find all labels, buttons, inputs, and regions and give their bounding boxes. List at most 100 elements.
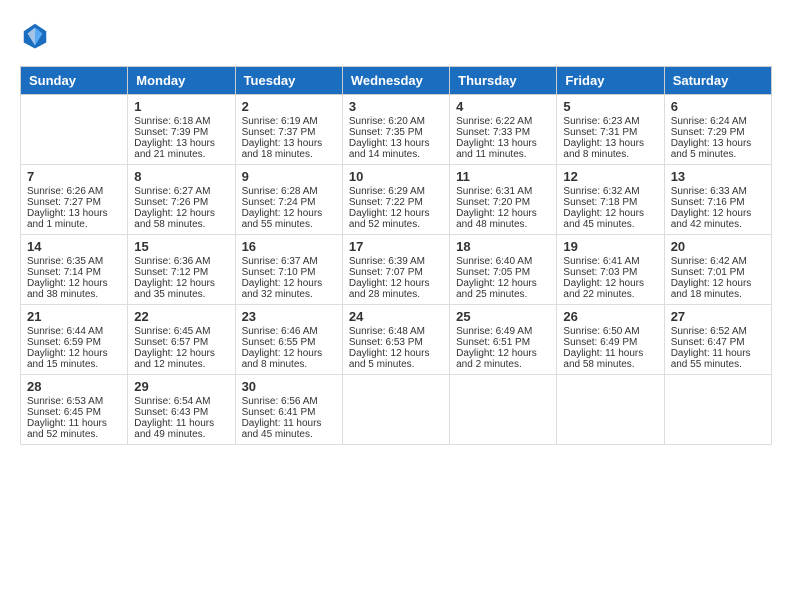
- calendar-cell: 26Sunrise: 6:50 AMSunset: 6:49 PMDayligh…: [557, 305, 664, 375]
- sunset-text: Sunset: 7:16 PM: [671, 197, 765, 208]
- daylight-text: Daylight: 11 hours and 58 minutes.: [563, 348, 657, 370]
- sunrise-text: Sunrise: 6:28 AM: [242, 186, 336, 197]
- day-number: 23: [242, 309, 336, 324]
- sunset-text: Sunset: 6:59 PM: [27, 337, 121, 348]
- day-number: 5: [563, 99, 657, 114]
- calendar-week-row: 7Sunrise: 6:26 AMSunset: 7:27 PMDaylight…: [21, 165, 772, 235]
- calendar-cell: 29Sunrise: 6:54 AMSunset: 6:43 PMDayligh…: [128, 375, 235, 445]
- calendar-cell: 23Sunrise: 6:46 AMSunset: 6:55 PMDayligh…: [235, 305, 342, 375]
- daylight-text: Daylight: 13 hours and 14 minutes.: [349, 138, 443, 160]
- daylight-text: Daylight: 12 hours and 42 minutes.: [671, 208, 765, 230]
- calendar-week-row: 14Sunrise: 6:35 AMSunset: 7:14 PMDayligh…: [21, 235, 772, 305]
- sunset-text: Sunset: 6:53 PM: [349, 337, 443, 348]
- calendar-header-row: SundayMondayTuesdayWednesdayThursdayFrid…: [21, 67, 772, 95]
- sunset-text: Sunset: 7:18 PM: [563, 197, 657, 208]
- day-number: 18: [456, 239, 550, 254]
- day-number: 20: [671, 239, 765, 254]
- calendar-cell: 22Sunrise: 6:45 AMSunset: 6:57 PMDayligh…: [128, 305, 235, 375]
- calendar-cell: 8Sunrise: 6:27 AMSunset: 7:26 PMDaylight…: [128, 165, 235, 235]
- daylight-text: Daylight: 12 hours and 55 minutes.: [242, 208, 336, 230]
- day-number: 29: [134, 379, 228, 394]
- daylight-text: Daylight: 12 hours and 28 minutes.: [349, 278, 443, 300]
- day-number: 14: [27, 239, 121, 254]
- daylight-text: Daylight: 12 hours and 25 minutes.: [456, 278, 550, 300]
- sunset-text: Sunset: 7:39 PM: [134, 127, 228, 138]
- daylight-text: Daylight: 13 hours and 21 minutes.: [134, 138, 228, 160]
- day-number: 12: [563, 169, 657, 184]
- calendar-cell: [557, 375, 664, 445]
- weekday-header-wednesday: Wednesday: [342, 67, 449, 95]
- daylight-text: Daylight: 11 hours and 55 minutes.: [671, 348, 765, 370]
- sunset-text: Sunset: 6:45 PM: [27, 407, 121, 418]
- sunrise-text: Sunrise: 6:44 AM: [27, 326, 121, 337]
- sunrise-text: Sunrise: 6:37 AM: [242, 256, 336, 267]
- weekday-header-saturday: Saturday: [664, 67, 771, 95]
- sunrise-text: Sunrise: 6:41 AM: [563, 256, 657, 267]
- sunrise-text: Sunrise: 6:35 AM: [27, 256, 121, 267]
- calendar-cell: 5Sunrise: 6:23 AMSunset: 7:31 PMDaylight…: [557, 95, 664, 165]
- weekday-header-thursday: Thursday: [450, 67, 557, 95]
- day-number: 22: [134, 309, 228, 324]
- daylight-text: Daylight: 13 hours and 11 minutes.: [456, 138, 550, 160]
- sunrise-text: Sunrise: 6:56 AM: [242, 396, 336, 407]
- sunset-text: Sunset: 7:24 PM: [242, 197, 336, 208]
- daylight-text: Daylight: 13 hours and 5 minutes.: [671, 138, 765, 160]
- sunset-text: Sunset: 6:47 PM: [671, 337, 765, 348]
- calendar-cell: 13Sunrise: 6:33 AMSunset: 7:16 PMDayligh…: [664, 165, 771, 235]
- sunset-text: Sunset: 7:22 PM: [349, 197, 443, 208]
- daylight-text: Daylight: 13 hours and 18 minutes.: [242, 138, 336, 160]
- page-header: [20, 20, 772, 50]
- daylight-text: Daylight: 12 hours and 32 minutes.: [242, 278, 336, 300]
- daylight-text: Daylight: 11 hours and 52 minutes.: [27, 418, 121, 440]
- sunset-text: Sunset: 7:35 PM: [349, 127, 443, 138]
- day-number: 19: [563, 239, 657, 254]
- logo-icon: [20, 20, 50, 50]
- day-number: 21: [27, 309, 121, 324]
- sunrise-text: Sunrise: 6:31 AM: [456, 186, 550, 197]
- sunrise-text: Sunrise: 6:40 AM: [456, 256, 550, 267]
- sunrise-text: Sunrise: 6:24 AM: [671, 116, 765, 127]
- day-number: 16: [242, 239, 336, 254]
- daylight-text: Daylight: 13 hours and 1 minute.: [27, 208, 121, 230]
- daylight-text: Daylight: 12 hours and 35 minutes.: [134, 278, 228, 300]
- calendar-cell: 20Sunrise: 6:42 AMSunset: 7:01 PMDayligh…: [664, 235, 771, 305]
- calendar-cell: 9Sunrise: 6:28 AMSunset: 7:24 PMDaylight…: [235, 165, 342, 235]
- daylight-text: Daylight: 12 hours and 22 minutes.: [563, 278, 657, 300]
- day-number: 24: [349, 309, 443, 324]
- calendar-week-row: 1Sunrise: 6:18 AMSunset: 7:39 PMDaylight…: [21, 95, 772, 165]
- day-number: 3: [349, 99, 443, 114]
- calendar-cell: 25Sunrise: 6:49 AMSunset: 6:51 PMDayligh…: [450, 305, 557, 375]
- daylight-text: Daylight: 12 hours and 12 minutes.: [134, 348, 228, 370]
- calendar-cell: 7Sunrise: 6:26 AMSunset: 7:27 PMDaylight…: [21, 165, 128, 235]
- sunrise-text: Sunrise: 6:53 AM: [27, 396, 121, 407]
- calendar-cell: [21, 95, 128, 165]
- sunrise-text: Sunrise: 6:20 AM: [349, 116, 443, 127]
- daylight-text: Daylight: 12 hours and 18 minutes.: [671, 278, 765, 300]
- sunset-text: Sunset: 7:26 PM: [134, 197, 228, 208]
- sunrise-text: Sunrise: 6:42 AM: [671, 256, 765, 267]
- sunrise-text: Sunrise: 6:18 AM: [134, 116, 228, 127]
- sunset-text: Sunset: 6:49 PM: [563, 337, 657, 348]
- sunrise-text: Sunrise: 6:29 AM: [349, 186, 443, 197]
- calendar-cell: 12Sunrise: 6:32 AMSunset: 7:18 PMDayligh…: [557, 165, 664, 235]
- calendar-cell: 4Sunrise: 6:22 AMSunset: 7:33 PMDaylight…: [450, 95, 557, 165]
- calendar-table: SundayMondayTuesdayWednesdayThursdayFrid…: [20, 66, 772, 445]
- day-number: 6: [671, 99, 765, 114]
- day-number: 4: [456, 99, 550, 114]
- sunrise-text: Sunrise: 6:45 AM: [134, 326, 228, 337]
- sunrise-text: Sunrise: 6:50 AM: [563, 326, 657, 337]
- sunrise-text: Sunrise: 6:23 AM: [563, 116, 657, 127]
- day-number: 10: [349, 169, 443, 184]
- sunset-text: Sunset: 7:33 PM: [456, 127, 550, 138]
- daylight-text: Daylight: 12 hours and 5 minutes.: [349, 348, 443, 370]
- sunrise-text: Sunrise: 6:19 AM: [242, 116, 336, 127]
- day-number: 28: [27, 379, 121, 394]
- logo: [20, 20, 54, 50]
- calendar-cell: 28 Sunrise: 6:53 AMSunset: 6:45 PMDayligh…: [21, 375, 128, 445]
- calendar-cell: 27Sunrise: 6:52 AMSunset: 6:47 PMDayligh…: [664, 305, 771, 375]
- sunset-text: Sunset: 7:10 PM: [242, 267, 336, 278]
- daylight-text: Daylight: 12 hours and 58 minutes.: [134, 208, 228, 230]
- weekday-header-sunday: Sunday: [21, 67, 128, 95]
- day-number: 27: [671, 309, 765, 324]
- daylight-text: Daylight: 12 hours and 15 minutes.: [27, 348, 121, 370]
